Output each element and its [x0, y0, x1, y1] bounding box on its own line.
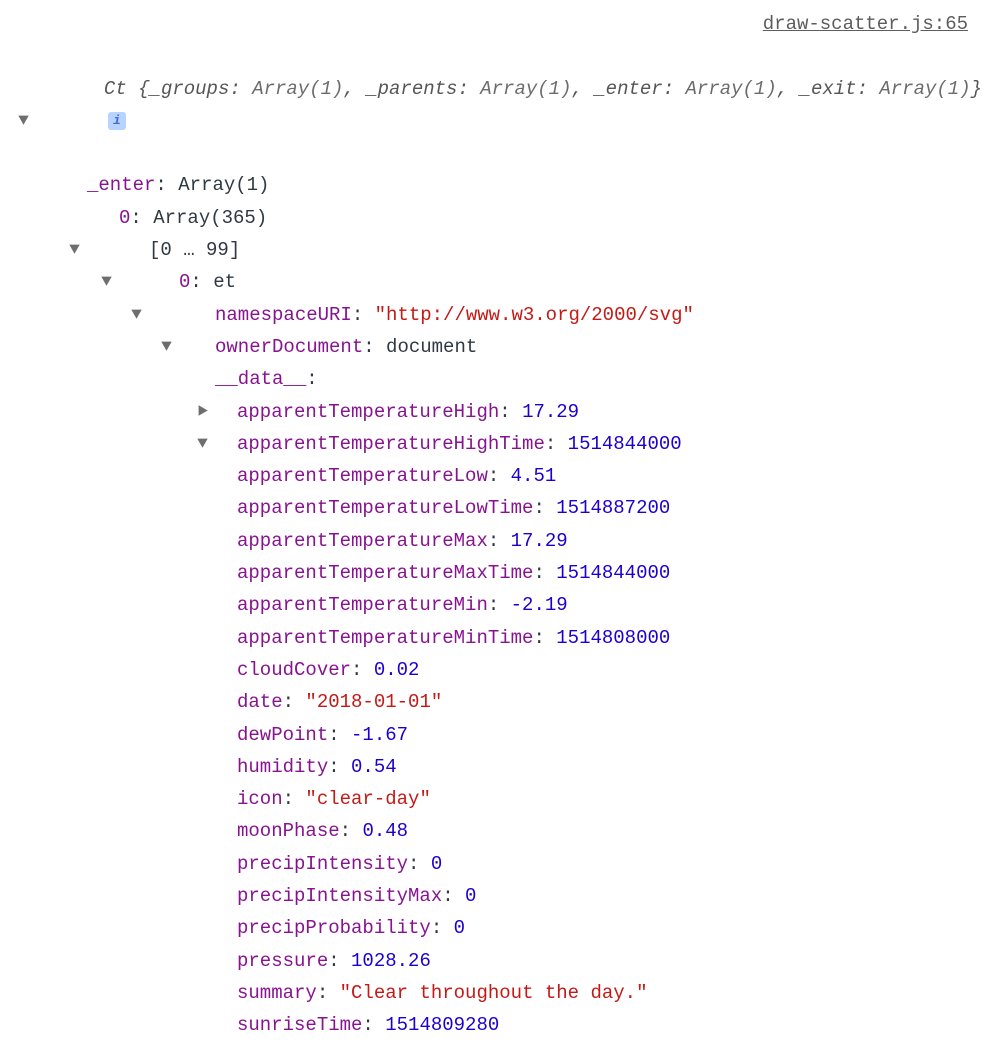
collapse-arrow-icon[interactable] — [196, 339, 209, 352]
info-icon[interactable]: i — [108, 112, 126, 130]
tree-row-prop[interactable]: precipIntensityMax: 0 — [0, 880, 982, 912]
tree-row-prop[interactable]: humidity: 0.54 — [0, 751, 982, 783]
console-output: draw-scatter.js:65 Ct {_groups: Array(1)… — [0, 0, 982, 1042]
tree-row-prop[interactable]: apparentTemperatureMax: 17.29 — [0, 525, 982, 557]
prop-key: summary — [237, 977, 317, 1009]
prop-value: 1514887200 — [556, 492, 670, 524]
summary-value: Array(1) — [686, 78, 777, 100]
prop-key: namespaceURI — [215, 299, 352, 331]
prop-value: 17.29 — [511, 525, 568, 557]
summary-key: _enter — [594, 78, 662, 100]
tree-row-prop[interactable]: apparentTemperatureMinTime: 1514808000 — [0, 622, 982, 654]
prop-key: precipProbability — [237, 912, 431, 944]
prop-value: "clear-day" — [305, 783, 430, 815]
prop-key: _enter — [87, 169, 155, 201]
prop-key: apparentTemperatureHigh — [237, 396, 499, 428]
summary-value: Array(1) — [252, 78, 343, 100]
prop-value: 1514844000 — [556, 557, 670, 589]
prop-value: -2.19 — [511, 589, 568, 621]
prop-value: Array(365) — [153, 202, 267, 234]
tree-row-prop[interactable]: icon: "clear-day" — [0, 783, 982, 815]
expand-arrow-icon[interactable] — [68, 177, 81, 190]
prop-key: moonPhase — [237, 815, 340, 847]
prop-value: document — [386, 331, 477, 363]
prop-key: apparentTemperatureMin — [237, 589, 488, 621]
tree-row-prop[interactable]: pressure: 1028.26 — [0, 945, 982, 977]
prop-key: apparentTemperatureMinTime — [237, 622, 533, 654]
expand-arrow-icon[interactable] — [130, 242, 143, 255]
prop-key: apparentTemperatureMaxTime — [237, 557, 533, 589]
prop-value: "http://www.w3.org/2000/svg" — [375, 299, 694, 331]
summary-value: Array(1) — [879, 78, 970, 100]
tree-row-prop[interactable]: summary: "Clear throughout the day." — [0, 977, 982, 1009]
object-summary-row[interactable]: Ct {_groups: Array(1), _parents: Array(1… — [0, 40, 982, 169]
prop-value: 1514844000 — [568, 428, 682, 460]
prop-value: 1514808000 — [556, 622, 670, 654]
summary-key: _groups — [150, 78, 230, 100]
prop-value: Array(1) — [178, 169, 269, 201]
tree-row-enter[interactable]: _enter: Array(1) — [0, 169, 982, 201]
tree-row-prop[interactable]: dewPoint: -1.67 — [0, 719, 982, 751]
prop-key: ownerDocument — [215, 331, 363, 363]
prop-value: -1.67 — [351, 719, 408, 751]
source-link[interactable]: draw-scatter.js:65 — [0, 8, 982, 40]
expand-arrow-icon[interactable] — [17, 48, 30, 61]
expand-arrow-icon[interactable] — [196, 371, 209, 384]
prop-key: precipIntensity — [237, 848, 408, 880]
prop-key: apparentTemperatureLow — [237, 460, 488, 492]
prop-key: apparentTemperatureMax — [237, 525, 488, 557]
tree-row-namespace[interactable]: namespaceURI: "http://www.w3.org/2000/sv… — [0, 299, 982, 331]
prop-key: humidity — [237, 751, 328, 783]
prop-value: 1514809280 — [385, 1009, 499, 1041]
prop-value: "2018-01-01" — [305, 686, 442, 718]
tree-row-index[interactable]: 0: Array(365) — [0, 202, 982, 234]
tree-row-prop[interactable]: apparentTemperatureHigh: 17.29 — [0, 396, 982, 428]
summary-value: Array(1) — [480, 78, 571, 100]
tree-row-prop[interactable]: date: "2018-01-01" — [0, 686, 982, 718]
prop-value: 0.02 — [374, 654, 420, 686]
tree-row-prop[interactable]: apparentTemperatureMin: -2.19 — [0, 589, 982, 621]
summary-key: _exit — [800, 78, 857, 100]
prop-value: 0 — [465, 880, 476, 912]
expand-arrow-icon[interactable] — [100, 210, 113, 223]
tree-row-prop[interactable]: precipIntensity: 0 — [0, 848, 982, 880]
prop-value: 0.54 — [351, 751, 397, 783]
prop-key: apparentTemperatureHighTime — [237, 428, 545, 460]
prop-key: cloudCover — [237, 654, 351, 686]
prop-key: date — [237, 686, 283, 718]
prop-value: 0.48 — [362, 815, 408, 847]
tree-row-prop[interactable]: apparentTemperatureMaxTime: 1514844000 — [0, 557, 982, 589]
prop-key: icon — [237, 783, 283, 815]
tree-row-prop[interactable]: cloudCover: 0.02 — [0, 654, 982, 686]
prop-value: 0 — [454, 912, 465, 944]
tree-row-prop[interactable]: sunriseTime: 1514809280 — [0, 1009, 982, 1041]
tree-row-prop[interactable]: apparentTemperatureLowTime: 1514887200 — [0, 492, 982, 524]
tree-row-prop[interactable]: precipProbability: 0 — [0, 912, 982, 944]
prop-key: precipIntensityMax — [237, 880, 442, 912]
prop-key: sunriseTime — [237, 1009, 362, 1041]
prop-value: et — [213, 266, 236, 298]
prop-key: apparentTemperatureLowTime — [237, 492, 533, 524]
prop-key: dewPoint — [237, 719, 328, 751]
tree-row-prop[interactable]: apparentTemperatureLow: 4.51 — [0, 460, 982, 492]
prop-value: "Clear throughout the day." — [340, 977, 648, 1009]
summary-key: _parents — [366, 78, 457, 100]
tree-row-prop[interactable]: apparentTemperatureHighTime: 1514844000 — [0, 428, 982, 460]
expand-arrow-icon[interactable] — [160, 274, 173, 287]
tree-row-prop[interactable]: moonPhase: 0.48 — [0, 815, 982, 847]
object-summary: Ct {_groups: Array(1), _parents: Array(1… — [36, 40, 982, 169]
prop-value: 0 — [431, 848, 442, 880]
prop-key: pressure — [237, 945, 328, 977]
prop-value: 17.29 — [522, 396, 579, 428]
prop-value: 1028.26 — [351, 945, 431, 977]
prop-value: 4.51 — [511, 460, 557, 492]
